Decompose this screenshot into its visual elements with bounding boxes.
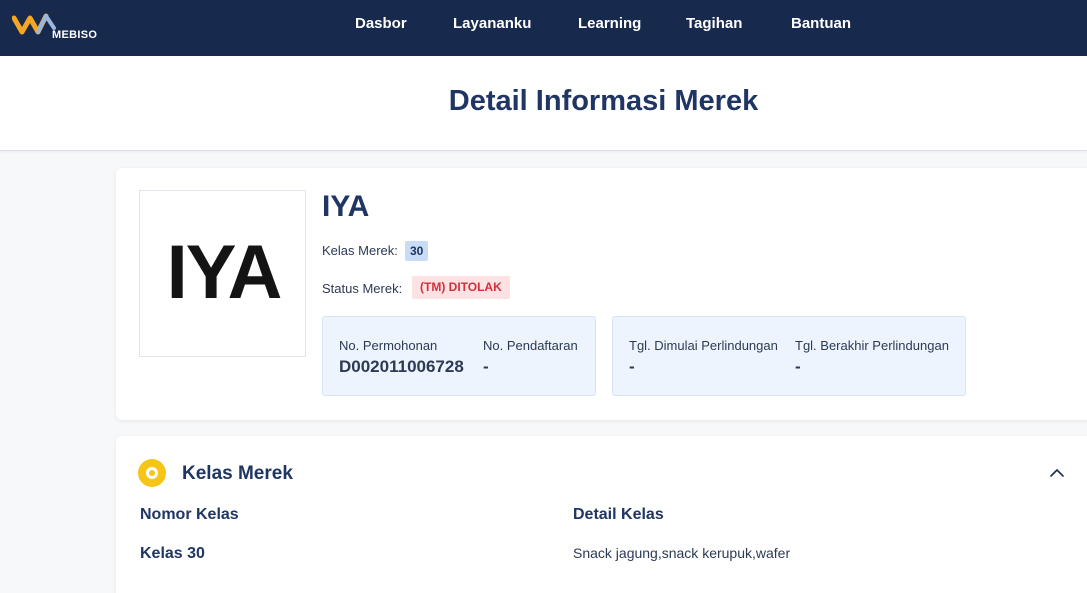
application-no-value: D002011006728	[339, 357, 464, 376]
protection-start-value: -	[629, 357, 635, 376]
class-detail-cell: Snack jagung,snack kerupuk,wafer	[573, 545, 791, 561]
nav-item-layananku[interactable]: Layananku	[453, 15, 531, 32]
protection-start-label: Tgl. Dimulai Perlindungan	[629, 338, 778, 353]
class-label: Kelas Merek:	[322, 243, 398, 258]
top-navbar: MEBISO Dasbor Layananku Learning Tagihan…	[0, 0, 1087, 56]
protection-info-box: Tgl. Dimulai Perlindungan - Tgl. Berakhi…	[612, 316, 966, 396]
chevron-up-icon[interactable]	[1049, 465, 1065, 481]
class-badge: 30	[405, 241, 429, 261]
registration-no-label: No. Pendaftaran	[483, 338, 578, 353]
registration-no-value: -	[483, 357, 489, 376]
column-header-class-no: Nomor Kelas	[140, 506, 239, 523]
application-info-box: No. Permohonan D002011006728 No. Pendaft…	[322, 316, 596, 396]
column-header-class-detail: Detail Kelas	[573, 506, 664, 523]
nav-item-tagihan[interactable]: Tagihan	[686, 15, 742, 32]
nav-item-learning[interactable]: Learning	[578, 15, 641, 32]
class-no-cell: Kelas 30	[140, 545, 205, 562]
brand-name: IYA	[322, 190, 370, 223]
nav-item-dasbor[interactable]: Dasbor	[355, 15, 407, 32]
protection-end-value: -	[795, 357, 801, 376]
protection-end-label: Tgl. Berakhir Perlindungan	[795, 338, 949, 353]
class-section-card: Kelas Merek Nomor Kelas Detail Kelas Kel…	[116, 436, 1087, 593]
application-no-label: No. Permohonan	[339, 338, 438, 353]
nav-item-bantuan[interactable]: Bantuan	[791, 15, 851, 32]
mebiso-logo[interactable]: MEBISO	[12, 8, 112, 48]
brand-detail-card: IYA IYA Kelas Merek: 30 Status Merek: (T…	[116, 168, 1087, 420]
page-header: Detail Informasi Merek	[0, 56, 1087, 151]
status-badge: (TM) DITOLAK	[412, 276, 510, 299]
brand-logo-word: IYA	[166, 230, 283, 315]
status-label: Status Merek:	[322, 281, 403, 296]
class-section-title: Kelas Merek	[182, 463, 293, 484]
brand-logo-image: IYA	[139, 190, 306, 357]
logo-text: MEBISO	[52, 29, 98, 41]
coin-icon	[138, 459, 166, 487]
logo-mark-icon	[12, 13, 56, 35]
page-title: Detail Informasi Merek	[448, 85, 759, 117]
